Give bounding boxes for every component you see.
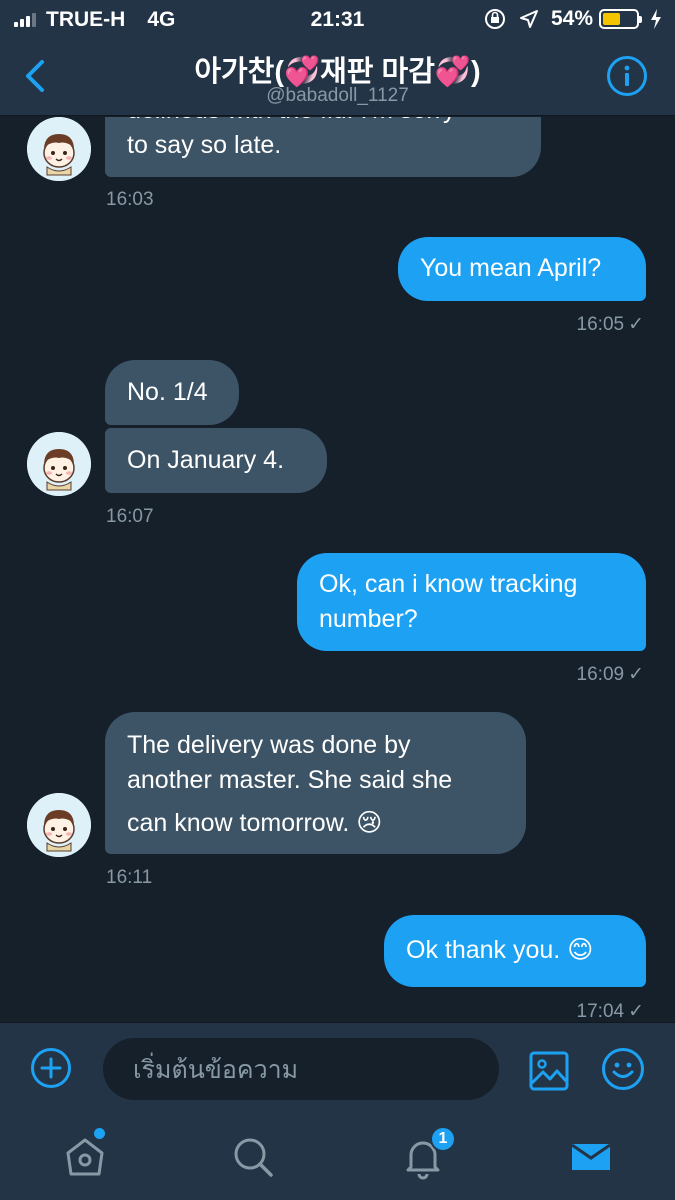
sent-check-icon: ✓ — [628, 664, 644, 685]
info-icon[interactable] — [607, 56, 647, 96]
charging-icon — [651, 9, 661, 29]
message-bubble-incoming[interactable]: No. 1/4 — [105, 360, 239, 425]
message-bubble-outgoing[interactable]: Ok, can i know tracking number? — [297, 553, 646, 651]
message-timestamp: 16:05 — [576, 314, 625, 335]
location-icon — [519, 10, 538, 28]
conversation-header: 아가찬(💞재판 마감💞) @babadoll_1127 — [0, 38, 675, 116]
notifications-badge: 1 — [430, 1126, 456, 1152]
conversation-handle: @babadoll_1127 — [266, 85, 409, 106]
message-line: number? — [319, 605, 418, 633]
message-timestamp-row: 16:09 ✓ — [577, 663, 644, 686]
add-icon[interactable] — [31, 1048, 71, 1088]
search-icon[interactable] — [230, 1134, 276, 1180]
message-timestamp: 16:11 — [106, 867, 153, 888]
message-line: to say so late. — [127, 131, 282, 159]
message-bubble-outgoing[interactable]: Ok thank you. 😊 — [384, 915, 646, 987]
message-timestamp: 16:07 — [106, 506, 154, 527]
message-line: delirious with the flu. I'm sorry — [127, 117, 519, 128]
battery-icon — [599, 9, 642, 29]
message-line: On January 4. — [127, 446, 285, 474]
status-bar: TRUE-H 4G 21:31 54% — [0, 0, 675, 38]
conversation-title[interactable]: 아가찬(💞재판 마감💞) — [0, 48, 675, 90]
avatar[interactable] — [27, 793, 91, 857]
message-line: another master. She said she — [127, 766, 453, 794]
avatar[interactable] — [27, 432, 91, 496]
message-bubble-incoming[interactable]: On January 4. — [105, 428, 327, 493]
battery-percent: 54% — [550, 7, 593, 30]
message-line: Ok thank you. 😊 — [406, 936, 594, 964]
message-line: You mean April? — [420, 254, 602, 282]
emoji-icon[interactable] — [602, 1048, 644, 1090]
message-timestamp-row: 17:04 ✓ — [577, 1000, 644, 1022]
message-timestamp: 16:09 — [576, 664, 625, 685]
tab-bar: 1 — [0, 1114, 675, 1200]
sent-check-icon: ✓ — [628, 1001, 644, 1022]
message-line: No. 1/4 — [127, 378, 208, 406]
rotation-lock-icon — [484, 9, 505, 29]
mail-icon[interactable] — [568, 1134, 614, 1180]
message-timestamp: 16:03 — [106, 189, 154, 210]
home-unread-dot — [94, 1128, 105, 1139]
message-line: Ok, can i know tracking — [319, 570, 578, 598]
message-bubble-outgoing[interactable]: You mean April? — [398, 237, 646, 301]
message-timestamp: 17:04 — [576, 1001, 625, 1022]
avatar[interactable] — [27, 117, 91, 181]
message-line: can know tomorrow. 😢 — [127, 809, 383, 837]
message-composer — [0, 1022, 675, 1114]
message-bubble-incoming[interactable]: The delivery was done by another master.… — [105, 712, 526, 854]
message-input[interactable] — [103, 1038, 499, 1100]
home-icon[interactable] — [62, 1134, 108, 1180]
dm-conversation-screen: TRUE-H 4G 21:31 54% 아가찬(💞재판 마감💞) @babado… — [0, 0, 675, 1200]
image-icon[interactable] — [528, 1050, 570, 1092]
message-bubble-incoming[interactable]: delirious with the flu. I'm sorry to say… — [105, 117, 541, 177]
sent-check-icon: ✓ — [628, 314, 644, 335]
message-line: The delivery was done by — [127, 731, 411, 759]
message-timestamp-row: 16:05 ✓ — [577, 313, 644, 336]
message-list[interactable]: delirious with the flu. I'm sorry to say… — [0, 117, 675, 1022]
